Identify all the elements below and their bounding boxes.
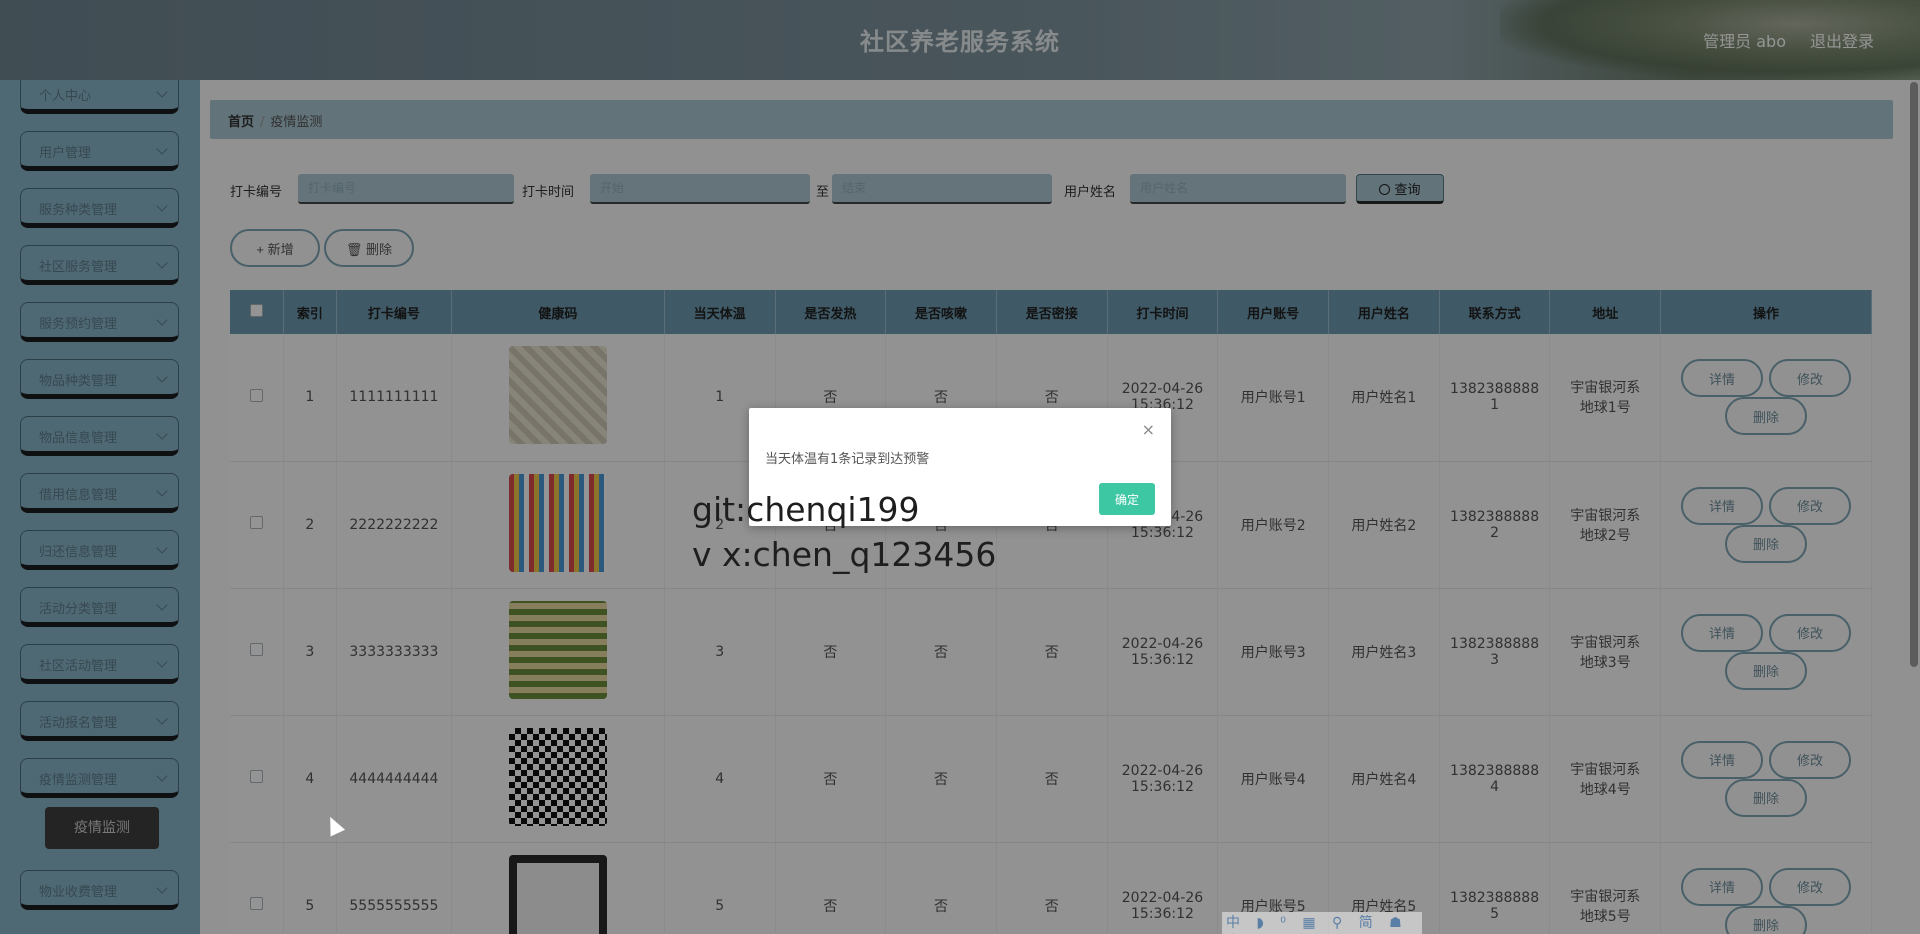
- confirm-button[interactable]: 确定: [1099, 483, 1155, 515]
- watermark-line: git:chenqi199: [692, 490, 920, 529]
- close-icon[interactable]: ×: [1142, 420, 1155, 439]
- alert-message: 当天体温有1条记录到达预警: [765, 452, 930, 467]
- ime-toolbar[interactable]: 中 ◗ ⁰ ▦ ⚲ 简 ☗ ⚙: [1222, 912, 1422, 934]
- watermark-text: git:chenqi199 v x:chen_q123456: [692, 487, 996, 577]
- watermark-line: v x:chen_q123456: [692, 535, 997, 574]
